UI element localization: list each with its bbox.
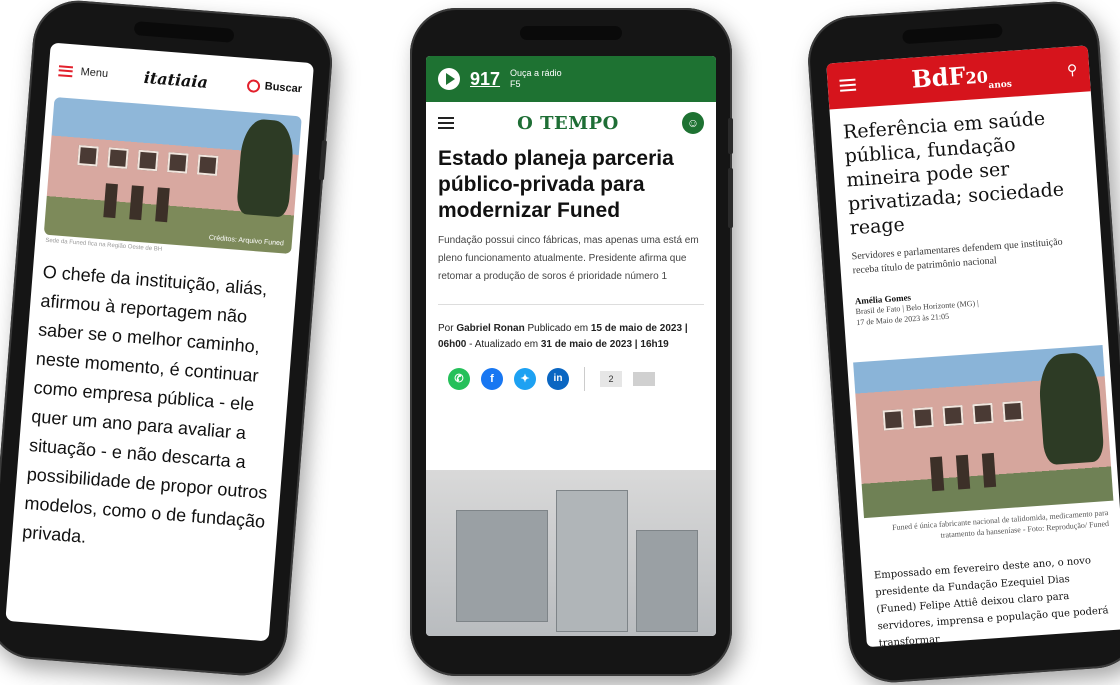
- author-link[interactable]: Gabriel Ronan: [456, 323, 524, 334]
- hamburger-icon[interactable]: [58, 64, 74, 77]
- otempo-logo[interactable]: O TEMPO: [517, 113, 619, 134]
- headline: Referência em saúde pública, fundação mi…: [842, 107, 1065, 240]
- by-prefix: Por: [438, 323, 454, 334]
- headline: Estado planeja parceria público-privada …: [438, 147, 674, 222]
- itatiaia-screen: Menu itatiaia Buscar Créditos: Arquivo F…: [5, 42, 315, 642]
- article-photo: [426, 470, 716, 636]
- divider: [438, 304, 704, 305]
- radio-line1: Ouça a rádio: [510, 68, 562, 78]
- article-body: O chefe da instituição, aliás, afirmou à…: [21, 261, 269, 547]
- play-icon[interactable]: [438, 68, 460, 90]
- phone-side-button: [728, 168, 733, 228]
- otempo-screen: 917 Ouça a rádio F5 O TEMPO ☺ Estado pla…: [426, 56, 716, 636]
- hamburger-icon[interactable]: [839, 78, 857, 92]
- phone-otempo: 917 Ouça a rádio F5 O TEMPO ☺ Estado pla…: [410, 8, 733, 676]
- phone-side-button: [318, 140, 328, 181]
- user-icon[interactable]: ☺: [681, 112, 704, 134]
- byline: Por Gabriel Ronan Publicado em 15 de mai…: [438, 321, 704, 353]
- otempo-header: O TEMPO ☺: [426, 102, 716, 144]
- search-label: Buscar: [264, 80, 303, 96]
- search-button[interactable]: Buscar: [246, 78, 303, 96]
- logo-badge-sub: anos: [988, 79, 1013, 92]
- comments-count[interactable]: 2: [600, 371, 622, 387]
- share-bar: ✆ f ✦ in 2: [448, 367, 704, 391]
- itatiaia-logo[interactable]: itatiaia: [143, 67, 208, 91]
- published-date: 15 de maio de 2023: [590, 323, 683, 334]
- twitter-icon[interactable]: ✦: [514, 368, 536, 390]
- article-photo: Créditos: Arquivo Funed: [43, 96, 302, 255]
- radio-frequency: 917: [470, 68, 501, 89]
- phone-itatiaia: Menu itatiaia Buscar Créditos: Arquivo F…: [0, 0, 336, 679]
- radio-bar[interactable]: 917 Ouça a rádio F5: [426, 56, 716, 102]
- logo-badge: 20: [965, 67, 989, 89]
- article-photo: [853, 345, 1114, 519]
- menu-button[interactable]: Menu: [80, 66, 108, 80]
- radio-line2: F5: [510, 79, 521, 89]
- whatsapp-icon[interactable]: ✆: [448, 368, 470, 390]
- email-icon[interactable]: [633, 372, 655, 386]
- published-prefix: Publicado em: [527, 323, 589, 334]
- phone-notch: [902, 23, 1003, 45]
- phone-notch: [133, 21, 235, 43]
- article-body: Empossado em fevereiro deste ano, o novo…: [873, 555, 1109, 648]
- photo-credit: Créditos: Arquivo Funed: [208, 234, 285, 248]
- phone-notch: [520, 26, 622, 40]
- phone-bdf: BdF20anos ⚲ Referência em saúde pública,…: [805, 0, 1120, 685]
- logo-text: BdF: [910, 61, 967, 94]
- divider: [584, 367, 585, 391]
- search-icon: [246, 78, 261, 93]
- facebook-icon[interactable]: f: [481, 368, 503, 390]
- search-icon[interactable]: ⚲: [1066, 61, 1077, 79]
- bdf-logo[interactable]: BdF20anos: [910, 58, 1012, 97]
- subhead: Fundação possui cinco fábricas, mas apen…: [438, 235, 699, 282]
- linkedin-icon[interactable]: in: [547, 368, 569, 390]
- phone-side-button: [728, 118, 733, 154]
- hamburger-icon[interactable]: [438, 117, 454, 129]
- updated-prefix: - Atualizado em: [469, 339, 539, 350]
- radio-text: Ouça a rádio F5: [510, 68, 562, 90]
- bdf-screen: BdF20anos ⚲ Referência em saúde pública,…: [826, 45, 1120, 648]
- updated-date: 31 de maio de 2023 | 16h19: [540, 339, 669, 350]
- subhead: Servidores e parlamentares defendem que …: [851, 236, 1063, 277]
- bdf-header: BdF20anos ⚲: [826, 45, 1091, 110]
